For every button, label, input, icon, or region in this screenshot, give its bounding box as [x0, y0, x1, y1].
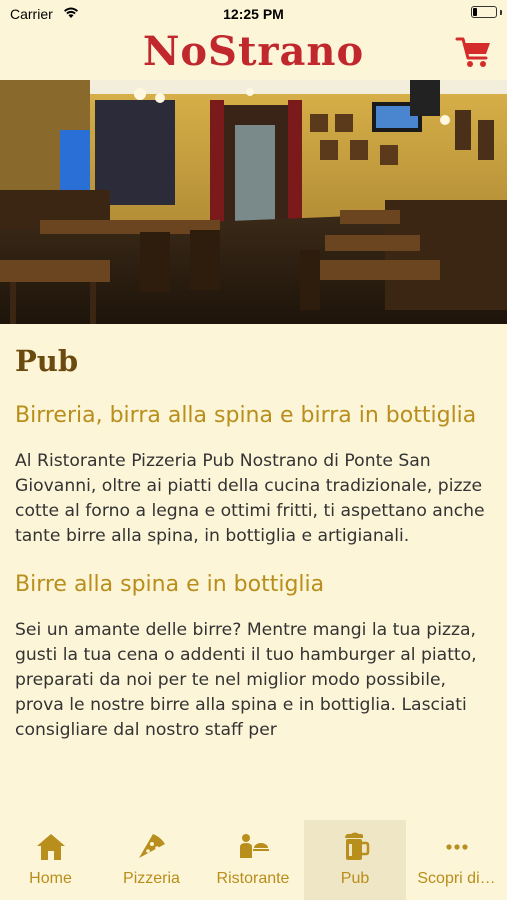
more-dots-icon [445, 844, 468, 850]
battery-icon [471, 6, 497, 18]
nav-header: NoStrano [0, 28, 507, 80]
tab-more-label: Scopri di… [417, 870, 496, 887]
tab-pizzeria[interactable]: Pizzeria [101, 820, 202, 900]
tab-home[interactable]: Home [0, 820, 101, 900]
beer-mug-icon [345, 832, 370, 860]
clock: 12:25 PM [223, 6, 284, 22]
shopping-cart-icon [455, 37, 490, 67]
cart-button[interactable] [455, 34, 493, 70]
hero-image [0, 80, 507, 324]
tab-ristorante-label: Ristorante [216, 870, 290, 887]
section-heading-birre: Birre alla spina e in bottiglia [15, 572, 325, 597]
page-title: Pub [15, 344, 79, 378]
tab-home-label: Home [29, 870, 72, 887]
tab-pub[interactable]: Pub [304, 820, 406, 900]
tab-bar: Home Pizzeria Ristorante Pub Scopri di… [0, 820, 507, 900]
tab-ristorante[interactable]: Ristorante [202, 820, 304, 900]
pub-interior-photo [0, 80, 507, 324]
intro-paragraph: Al Ristorante Pizzeria Pub Nostrano di P… [15, 451, 485, 546]
tab-more[interactable]: Scopri di… [406, 820, 507, 900]
battery-level [473, 8, 477, 16]
status-bar: Carrier 12:25 PM [0, 0, 507, 28]
page-content[interactable]: Pub Birreria, birra alla spina e birra i… [0, 324, 507, 820]
tab-pizzeria-label: Pizzeria [123, 870, 180, 887]
section-heading-birreria: Birreria, birra alla spina e birra in bo… [15, 403, 477, 428]
battery-tip [500, 10, 502, 15]
pizza-icon [138, 834, 165, 858]
app-logo[interactable]: NoStrano [0, 28, 507, 76]
beer-paragraph: Sei un amante delle birre? Mentre mangi … [15, 620, 477, 740]
waiter-icon [240, 834, 269, 858]
tab-pub-label: Pub [340, 870, 370, 887]
house-icon [36, 834, 65, 860]
